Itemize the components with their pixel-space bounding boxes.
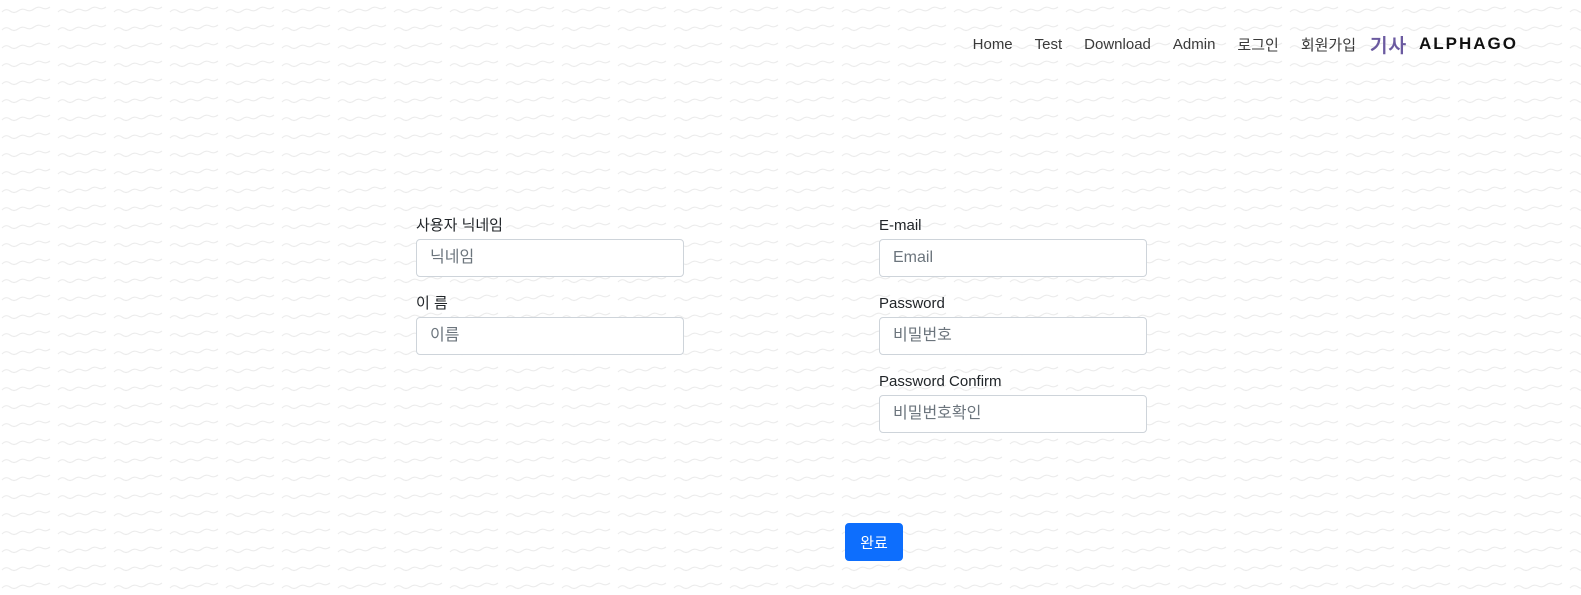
name-group: 이 름: [416, 295, 684, 355]
nav-link-test[interactable]: Test: [1035, 36, 1063, 53]
email-label: E-mail: [879, 217, 922, 234]
brand-english-text: ALPHAGO: [1419, 34, 1518, 53]
nickname-group: 사용자 닉네임: [416, 217, 684, 277]
brand-korean-text: 기사: [1370, 35, 1407, 57]
password-input[interactable]: [879, 317, 1147, 355]
nickname-input[interactable]: [416, 239, 684, 277]
brand-logo[interactable]: 기사 ALPHAGO: [1370, 31, 1518, 58]
nav-link-admin[interactable]: Admin: [1173, 36, 1216, 53]
nav-link-home[interactable]: Home: [973, 36, 1013, 53]
name-label: 이 름: [416, 295, 448, 312]
top-navigation: Home Test Download Admin 로그인 회원가입 기사 ALP…: [973, 30, 1518, 58]
nickname-label: 사용자 닉네임: [416, 217, 503, 234]
password-confirm-label: Password Confirm: [879, 373, 1002, 390]
email-input[interactable]: [879, 239, 1147, 277]
nav-link-download[interactable]: Download: [1084, 36, 1151, 53]
nav-link-login[interactable]: 로그인: [1237, 34, 1278, 55]
name-input[interactable]: [416, 317, 684, 355]
email-group: E-mail: [879, 217, 1147, 277]
nav-link-signup[interactable]: 회원가입: [1301, 34, 1356, 55]
submit-button[interactable]: 완료: [845, 523, 903, 561]
password-confirm-input[interactable]: [879, 395, 1147, 433]
password-confirm-group: Password Confirm: [879, 373, 1147, 433]
password-group: Password: [879, 295, 1147, 355]
password-label: Password: [879, 295, 945, 312]
